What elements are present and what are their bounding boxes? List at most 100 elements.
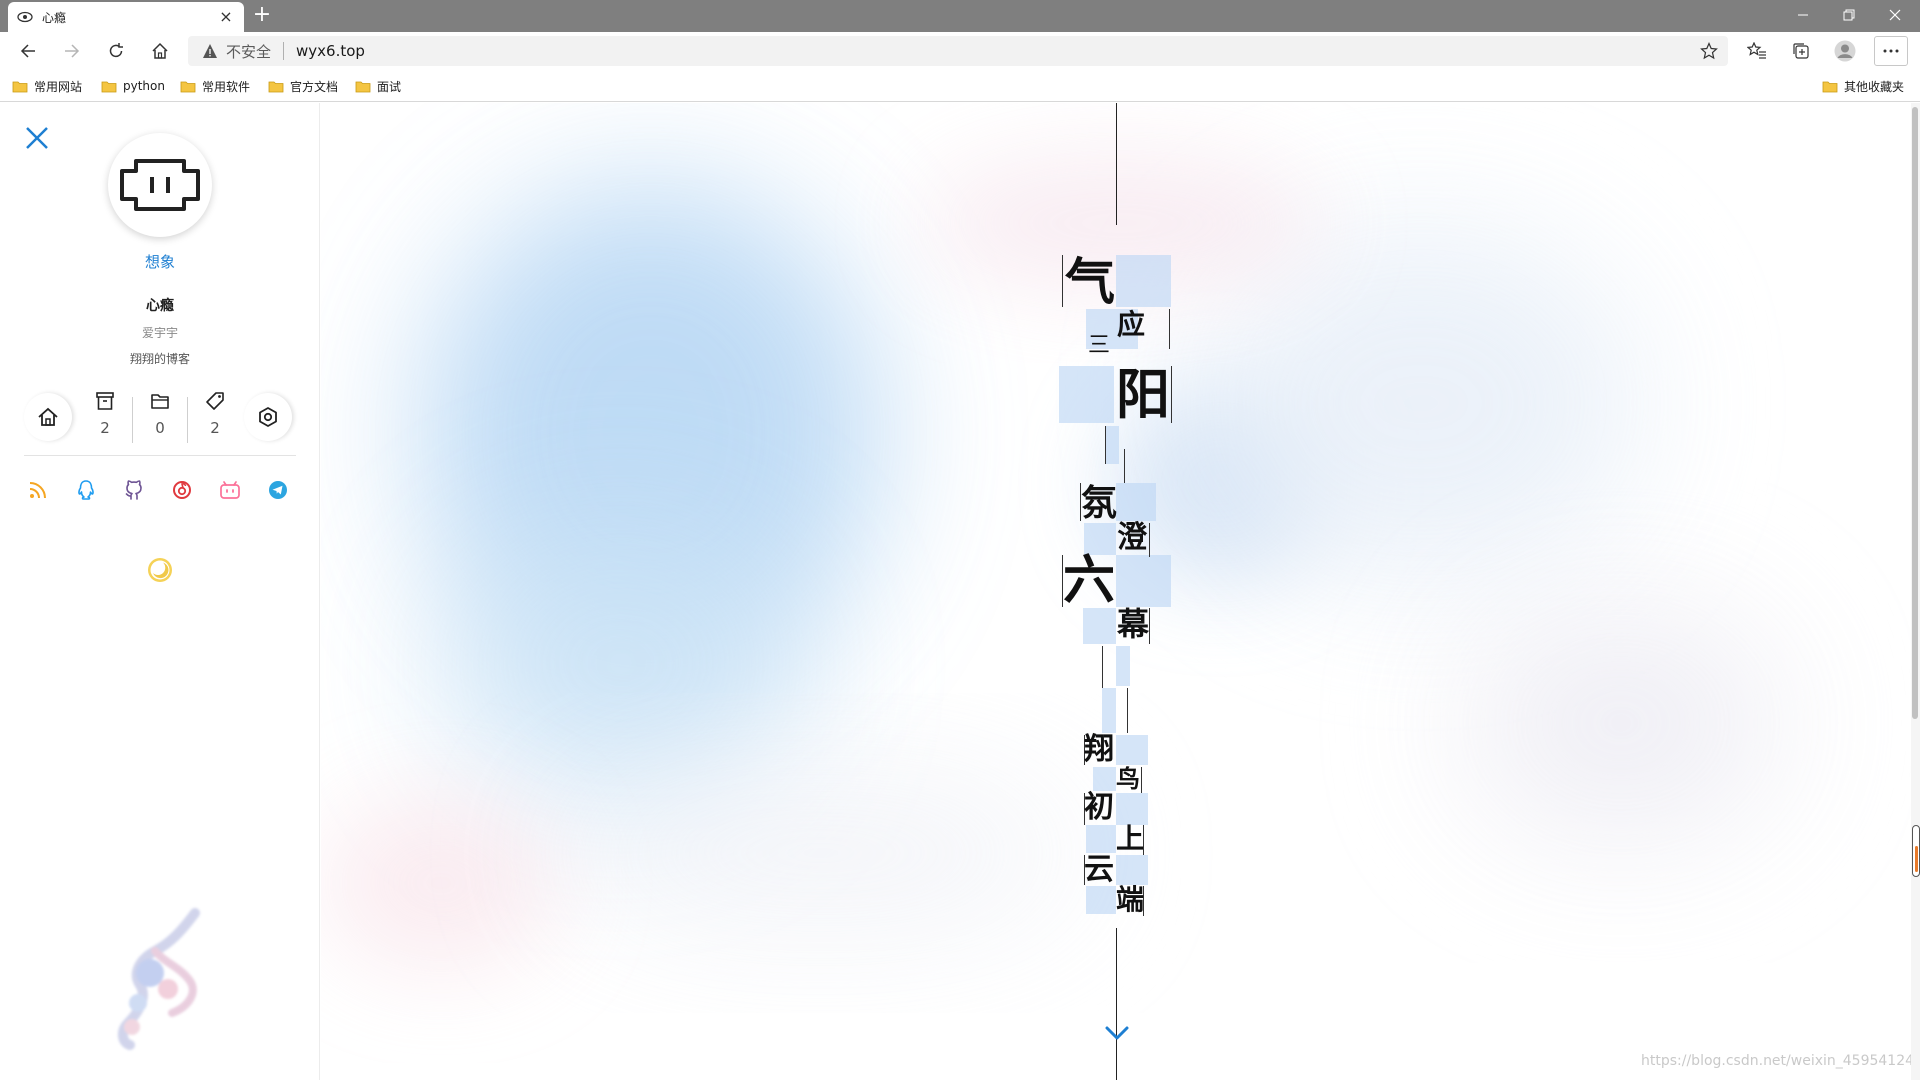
bookmark-folder[interactable]: 常用网站 (12, 76, 82, 96)
url-text[interactable]: wyx6.top (296, 42, 365, 60)
bilibili-icon[interactable] (218, 478, 242, 502)
highlight-block (1116, 793, 1148, 825)
rss-icon[interactable] (26, 478, 50, 502)
browser-title-bar: 心瘾 × + (0, 0, 1920, 32)
eye-icon (16, 8, 34, 26)
collections-button[interactable] (1784, 36, 1818, 66)
highlight-block (1116, 483, 1156, 521)
bookmark-label: 常用网站 (34, 79, 83, 94)
telegram-icon[interactable] (266, 478, 290, 502)
highlight-block (1083, 608, 1116, 644)
folder-icon (148, 389, 172, 413)
github-icon[interactable] (122, 478, 146, 502)
divider (24, 455, 296, 456)
bookmark-label: 面试 (377, 79, 402, 94)
restore-button[interactable] (1826, 0, 1872, 30)
home-button[interactable] (144, 36, 176, 66)
tab-close-icon[interactable]: × (216, 7, 236, 27)
sidebar: 想象 心瘾 爱宇宇 翔翔的博客 2 0 2 (0, 103, 320, 1080)
stat-categories[interactable]: 0 (133, 389, 187, 445)
folder-icon (101, 81, 117, 92)
highlight-block (1116, 255, 1171, 307)
stat-count: 2 (100, 419, 110, 437)
netease-music-icon[interactable] (170, 478, 194, 502)
scroll-down-chevron-icon[interactable] (1105, 1024, 1129, 1042)
poem-char: 六 (1063, 550, 1116, 611)
tab-title: 心瘾 (42, 10, 67, 25)
browser-tab[interactable]: 心瘾 × (8, 2, 244, 32)
bookmark-label: 常用软件 (202, 79, 251, 94)
folder-icon (12, 81, 28, 92)
text-bar (1141, 767, 1142, 793)
bookmark-folder[interactable]: 常用软件 (180, 76, 250, 96)
browser-toolbar: 不安全 wyx6.top (0, 32, 1920, 70)
minimize-button[interactable] (1780, 0, 1826, 30)
text-bar (1169, 309, 1170, 349)
more-menu-button[interactable] (1874, 36, 1908, 66)
poem-char: 幕 (1117, 605, 1150, 643)
avatar[interactable] (108, 133, 212, 237)
back-button[interactable] (12, 36, 44, 66)
poem-char: 应 (1117, 308, 1146, 341)
other-bookmarks-folder[interactable]: 其他收藏夹 (1822, 76, 1904, 96)
moon-theme-icon[interactable] (146, 556, 174, 584)
forward-button[interactable] (56, 36, 88, 66)
poem-char: 三 (1088, 333, 1111, 358)
highlight-block (1116, 855, 1148, 885)
text-bar (1102, 646, 1103, 688)
new-tab-button[interactable]: + (250, 4, 274, 28)
side-scroll-widget[interactable] (1912, 825, 1920, 877)
archive-icon (93, 389, 117, 413)
social-links (26, 478, 296, 506)
poem-char: 端 (1116, 883, 1145, 916)
favorites-button[interactable] (1740, 36, 1774, 66)
vertical-poem: 气 应 三 阳 氛 澄 六 幕 翔 鸟 初 上 云 端 (321, 103, 1920, 1080)
warning-icon (202, 43, 218, 59)
hero-section: 气 应 三 阳 氛 澄 六 幕 翔 鸟 初 上 云 端 https://blog… (321, 103, 1920, 1080)
favorite-star-icon[interactable] (1700, 42, 1718, 60)
folder-icon (355, 81, 371, 92)
bookmark-label: 官方文档 (290, 79, 339, 94)
address-separator (283, 42, 285, 60)
refresh-button[interactable] (100, 36, 132, 66)
address-bar[interactable]: 不安全 wyx6.top (188, 36, 1728, 66)
highlight-block (1086, 886, 1116, 914)
web-page: 想象 心瘾 爱宇宇 翔翔的博客 2 0 2 气 应 三 阳 氛 澄 六 幕 翔 … (0, 103, 1920, 1080)
text-bar (1149, 523, 1150, 557)
text-bar (1149, 608, 1150, 644)
highlight-block (1116, 735, 1148, 765)
folder-icon (180, 81, 196, 92)
highlight-block (1116, 555, 1171, 607)
site-name[interactable]: 想象 (0, 251, 320, 272)
stat-tags[interactable]: 2 (188, 389, 242, 445)
highlight-block (1059, 366, 1114, 423)
robot-face-icon (120, 159, 200, 211)
home-button[interactable] (24, 393, 72, 441)
folder-icon (268, 81, 284, 92)
highlight-block (1105, 426, 1119, 464)
text-bar (1105, 426, 1106, 464)
stat-archives[interactable]: 2 (78, 389, 132, 445)
dragon-illustration (110, 903, 230, 1053)
poem-char: 澄 (1117, 520, 1147, 555)
profile-avatar[interactable] (1828, 36, 1862, 66)
side-scroll-indicator (1915, 846, 1918, 872)
hexagon-settings-icon (259, 407, 277, 427)
insecure-label: 不安全 (226, 42, 272, 61)
poem-char: 阳 (1116, 362, 1170, 426)
home-icon (38, 407, 58, 426)
close-icon[interactable] (22, 123, 52, 153)
highlight-block (1093, 767, 1116, 791)
settings-button[interactable] (244, 393, 292, 441)
poem-char: 气 (1065, 252, 1115, 311)
poem-char: 氛 (1081, 482, 1118, 524)
text-bar (1127, 688, 1128, 733)
close-window-button[interactable] (1872, 0, 1918, 30)
scrollbar-thumb[interactable] (1912, 107, 1918, 719)
poem-char: 翔 (1084, 732, 1114, 767)
highlight-block (1086, 825, 1116, 853)
bookmark-folder[interactable]: python (101, 76, 165, 96)
bookmark-folder[interactable]: 官方文档 (268, 76, 338, 96)
qq-icon[interactable] (74, 478, 98, 502)
bookmark-folder[interactable]: 面试 (355, 76, 401, 96)
